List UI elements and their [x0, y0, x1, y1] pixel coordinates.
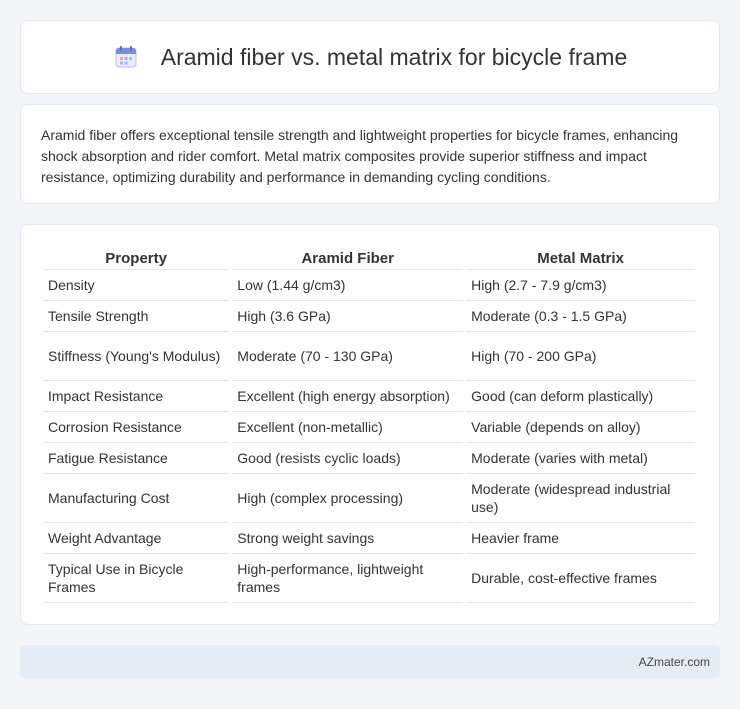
property-cell: Impact Resistance — [43, 381, 230, 412]
property-cell: Typical Use in Bicycle Frames — [43, 554, 230, 603]
metal-matrix-cell: Variable (depends on alloy) — [466, 412, 695, 443]
table-row: Stiffness (Young's Modulus) Moderate (70… — [43, 332, 695, 381]
calendar-icon — [115, 46, 137, 68]
aramid-fiber-cell: High-performance, lightweight frames — [232, 554, 464, 603]
aramid-fiber-cell: High (complex processing) — [232, 474, 464, 523]
aramid-fiber-cell: Strong weight savings — [232, 523, 464, 554]
table-row: Density Low (1.44 g/cm3) High (2.7 - 7.9… — [43, 270, 695, 301]
property-cell: Fatigue Resistance — [43, 443, 230, 474]
table-row: Manufacturing Cost High (complex process… — [43, 474, 695, 523]
aramid-fiber-cell: Low (1.44 g/cm3) — [232, 270, 464, 301]
property-cell: Weight Advantage — [43, 523, 230, 554]
metal-matrix-cell: Good (can deform plastically) — [466, 381, 695, 412]
metal-matrix-cell: High (70 - 200 GPa) — [466, 332, 695, 381]
table-row: Tensile Strength High (3.6 GPa) Moderate… — [43, 301, 695, 332]
aramid-fiber-cell: Excellent (non-metallic) — [232, 412, 464, 443]
column-header-property: Property — [43, 245, 230, 270]
column-header-metal-matrix: Metal Matrix — [466, 245, 695, 270]
metal-matrix-cell: High (2.7 - 7.9 g/cm3) — [466, 270, 695, 301]
table-header-row: Property Aramid Fiber Metal Matrix — [43, 245, 695, 270]
summary-text: Aramid fiber offers exceptional tensile … — [41, 127, 679, 185]
property-cell: Stiffness (Young's Modulus) — [43, 332, 230, 381]
metal-matrix-cell: Heavier frame — [466, 523, 695, 554]
metal-matrix-cell: Moderate (widespread industrial use) — [466, 474, 695, 523]
footer-bar: AZmater.com — [20, 645, 720, 678]
aramid-fiber-cell: Excellent (high energy absorption) — [232, 381, 464, 412]
property-cell: Corrosion Resistance — [43, 412, 230, 443]
page-title: Aramid fiber vs. metal matrix for bicycl… — [160, 43, 628, 70]
aramid-fiber-cell: Good (resists cyclic loads) — [232, 443, 464, 474]
table-row: Weight Advantage Strong weight savings H… — [43, 523, 695, 554]
table-row: Impact Resistance Excellent (high energy… — [43, 381, 695, 412]
metal-matrix-cell: Moderate (0.3 - 1.5 GPa) — [466, 301, 695, 332]
property-cell: Manufacturing Cost — [43, 474, 230, 523]
summary-card: Aramid fiber offers exceptional tensile … — [20, 104, 720, 204]
column-header-aramid-fiber: Aramid Fiber — [232, 245, 464, 270]
property-cell: Tensile Strength — [43, 301, 230, 332]
table-row: Typical Use in Bicycle Frames High-perfo… — [43, 554, 695, 603]
metal-matrix-cell: Moderate (varies with metal) — [466, 443, 695, 474]
aramid-fiber-cell: High (3.6 GPa) — [232, 301, 464, 332]
header-card: Aramid fiber vs. metal matrix for bicycl… — [20, 20, 720, 94]
property-cell: Density — [43, 270, 230, 301]
metal-matrix-cell: Durable, cost-effective frames — [466, 554, 695, 603]
footer-site-link[interactable]: AZmater.com — [639, 655, 710, 669]
aramid-fiber-cell: Moderate (70 - 130 GPa) — [232, 332, 464, 381]
comparison-table-card: Property Aramid Fiber Metal Matrix Densi… — [20, 224, 720, 625]
table-row: Corrosion Resistance Excellent (non-meta… — [43, 412, 695, 443]
table-row: Fatigue Resistance Good (resists cyclic … — [43, 443, 695, 474]
comparison-table: Property Aramid Fiber Metal Matrix Densi… — [40, 245, 698, 603]
